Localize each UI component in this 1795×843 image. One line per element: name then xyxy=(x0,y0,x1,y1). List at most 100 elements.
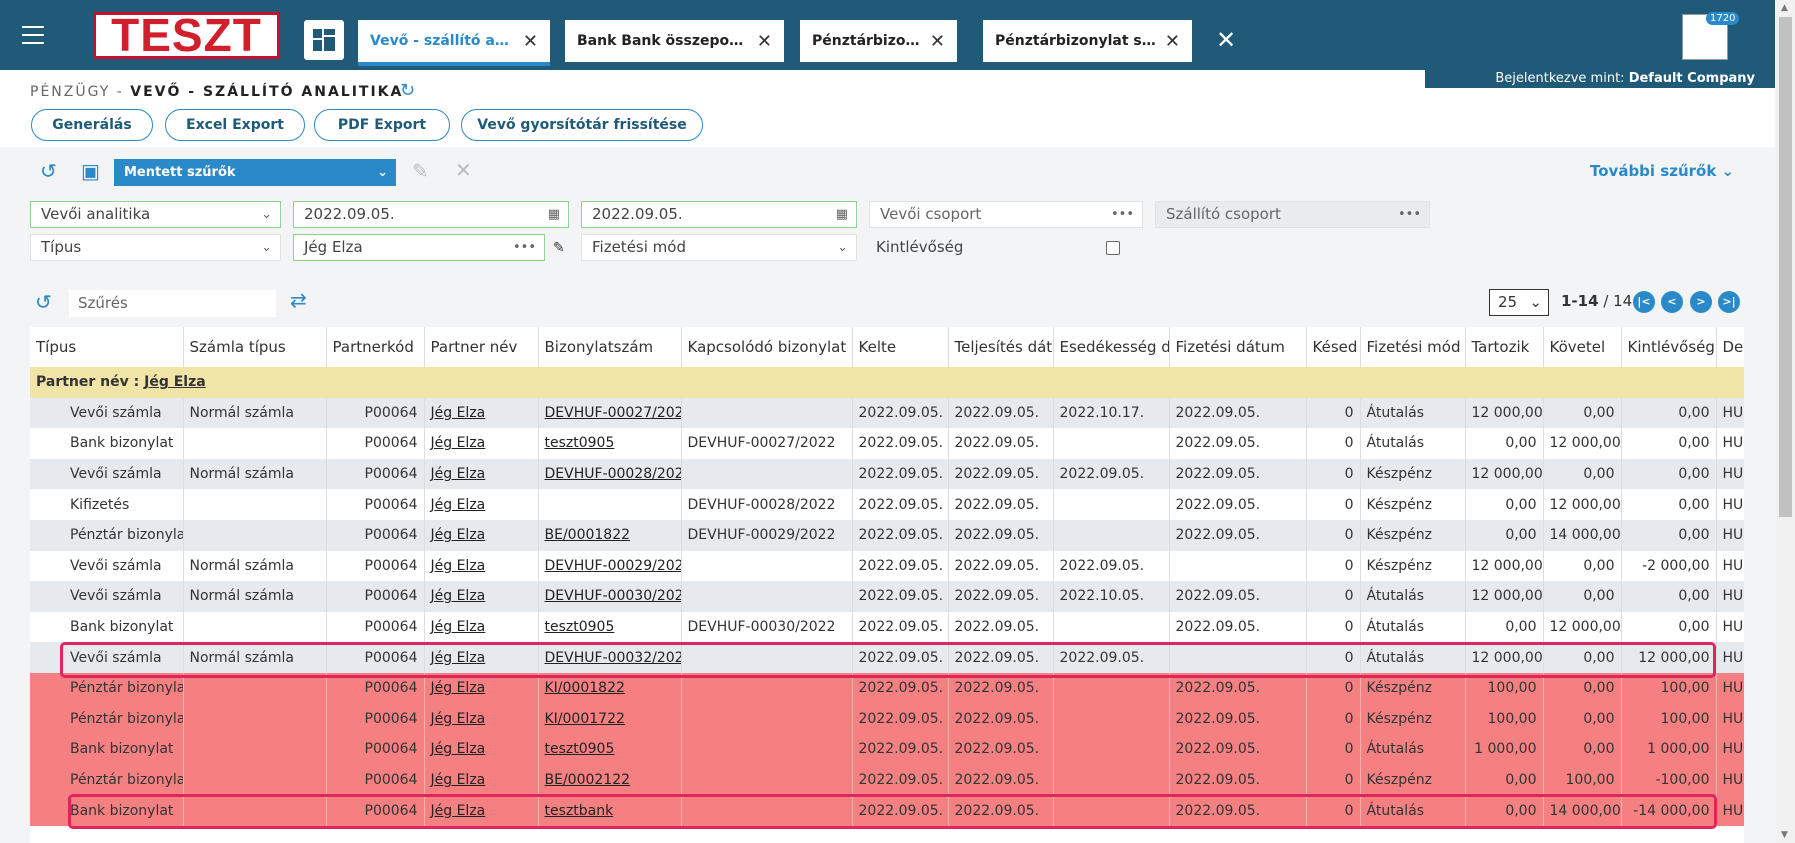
table-row[interactable]: Vevői számla Normál számla P00064 Jég Elza D… xyxy=(30,458,1744,490)
table-cell[interactable]: teszt0905 xyxy=(538,428,682,459)
dashboard-icon[interactable] xyxy=(304,20,344,60)
table-cell[interactable]: DEVHUF-00028/2022 xyxy=(538,458,682,490)
table-cell xyxy=(1169,550,1307,582)
prev-page-button[interactable]: < xyxy=(1661,291,1683,313)
column-header[interactable]: Követel xyxy=(1543,327,1622,367)
group-value[interactable]: Jég Elza xyxy=(144,374,206,390)
calendar-icon[interactable]: ▦ xyxy=(836,202,848,227)
table-row[interactable]: Bank bizonylat P00064 Jég Elza teszt0905 202… xyxy=(30,734,1744,765)
close-icon[interactable]: ✕ xyxy=(523,31,538,52)
receivable-checkbox[interactable] xyxy=(1106,241,1120,255)
page-size-select[interactable]: 25 ⌄ xyxy=(1489,289,1549,316)
tab-cash-voucher[interactable]: Pénztárbizonylat✕ xyxy=(800,20,957,62)
menu-icon[interactable] xyxy=(22,26,44,44)
table-cell[interactable]: DEVHUF-00029/2022 xyxy=(538,550,682,582)
table-row[interactable]: Vevői számla Normál számla P00064 Jég Elza D… xyxy=(30,581,1744,612)
notification-badge[interactable]: 1720 xyxy=(1706,12,1740,25)
edit-icon[interactable]: ✎ xyxy=(553,240,565,256)
table-cell[interactable]: Jég Elza xyxy=(424,764,539,796)
table-cell[interactable]: DEVHUF-00027/2022 xyxy=(538,397,682,429)
saved-filters-dropdown[interactable]: Mentett szűrők ⌄ xyxy=(114,159,396,186)
table-cell: 12 000,00 xyxy=(1465,550,1544,582)
tab-cash-voucher-edit[interactable]: Pénztárbizonylat sze...✕ xyxy=(983,20,1192,62)
close-icon[interactable]: ✕ xyxy=(930,31,945,52)
table-cell[interactable]: Jég Elza xyxy=(424,489,539,520)
excel-export-button[interactable]: Excel Export xyxy=(165,109,305,141)
table-row[interactable]: Kifizetés P00064 Jég Elza DEVHUF-00028/2022… xyxy=(30,489,1744,520)
first-page-button[interactable]: |< xyxy=(1633,291,1655,313)
table-cell[interactable]: DEVHUF-00030/2022 xyxy=(538,581,682,612)
column-header[interactable]: Fizetési mód xyxy=(1360,327,1466,367)
payment-method-select[interactable]: Fizetési mód ⌄ xyxy=(581,234,857,261)
table-row[interactable]: Pénztár bizonylat P00064 Jég Elza KI/000172… xyxy=(30,703,1744,735)
more-icon[interactable]: ••• xyxy=(513,235,536,260)
customer-group-field[interactable]: Vevői csoport ••• xyxy=(869,201,1143,228)
date-to-field[interactable]: 2022.09.05. ▦ xyxy=(581,201,857,228)
scrollbar-thumb[interactable] xyxy=(1779,17,1792,517)
table-cell[interactable]: teszt0905 xyxy=(538,734,682,765)
column-header[interactable]: Dev xyxy=(1716,327,1744,367)
column-header[interactable]: Esedékesség d xyxy=(1053,327,1170,367)
table-cell: 2022.09.05. xyxy=(1169,428,1307,459)
table-row[interactable]: Pénztár bizonylat P00064 Jég Elza BE/000182… xyxy=(30,519,1744,551)
more-filters-toggle[interactable]: További szűrők ⌄ xyxy=(1590,162,1734,180)
column-header[interactable]: Partnerkód xyxy=(326,327,425,367)
table-cell[interactable]: Jég Elza xyxy=(424,428,539,459)
table-cell[interactable]: BE/0002122 xyxy=(538,764,682,796)
table-row[interactable]: Bank bizonylat P00064 Jég Elza teszt0905 DEV… xyxy=(30,428,1744,459)
close-icon[interactable]: ✕ xyxy=(757,31,772,52)
table-cell[interactable]: Jég Elza xyxy=(424,550,539,582)
tab-bank-summary[interactable]: Bank Bank összeponto...✕ xyxy=(565,20,784,62)
calendar-icon[interactable]: ▦ xyxy=(548,202,560,227)
column-header[interactable]: Kelte xyxy=(852,327,949,367)
table-cell[interactable]: Jég Elza xyxy=(424,703,539,735)
table-cell[interactable]: Jég Elza xyxy=(424,581,539,612)
pdf-export-button[interactable]: PDF Export xyxy=(314,109,450,141)
table-row[interactable]: Bank bizonylat P00064 Jég Elza teszt0905 DEV… xyxy=(30,611,1744,643)
table-cell: 2022.09.05. xyxy=(852,519,949,551)
table-row[interactable]: Vevői számla Normál számla P00064 Jég Elza D… xyxy=(30,397,1744,429)
reset-filter-icon[interactable]: ↺ xyxy=(40,159,57,183)
next-page-button[interactable]: > xyxy=(1690,291,1712,313)
analytics-type-select[interactable]: Vevői analitika ⌄ xyxy=(30,201,281,228)
table-cell[interactable]: BE/0001822 xyxy=(538,519,682,551)
swap-icon[interactable]: ⇄ xyxy=(290,288,307,312)
column-header[interactable]: Tartozik xyxy=(1465,327,1544,367)
close-all-tabs-icon[interactable]: ✕ xyxy=(1216,26,1236,54)
type-select[interactable]: Típus ⌄ xyxy=(30,234,281,261)
save-icon[interactable]: ▣ xyxy=(81,159,100,183)
column-header[interactable]: Bizonylatszám xyxy=(538,327,682,367)
table-cell[interactable]: Jég Elza xyxy=(424,519,539,551)
date-from-field[interactable]: 2022.09.05. ▦ xyxy=(293,201,569,228)
table-cell[interactable]: Jég Elza xyxy=(424,458,539,490)
column-header[interactable]: Típus xyxy=(30,327,184,367)
scroll-down-icon[interactable]: ▼ xyxy=(1781,830,1788,840)
close-icon[interactable]: ✕ xyxy=(1165,31,1180,52)
table-cell[interactable]: Jég Elza xyxy=(424,734,539,765)
column-header[interactable]: Fizetési dátum xyxy=(1169,327,1307,367)
table-cell: 0,00 xyxy=(1543,734,1622,765)
more-icon[interactable]: ••• xyxy=(1111,202,1134,227)
table-cell[interactable]: Jég Elza xyxy=(424,611,539,643)
refresh-cache-button[interactable]: Vevő gyorsítótár frissítése xyxy=(461,109,703,141)
table-row[interactable]: Pénztár bizonylat P00064 Jég Elza BE/000212… xyxy=(30,764,1744,796)
reset-grid-icon[interactable]: ↺ xyxy=(35,290,52,314)
column-header[interactable]: Kintlévőség xyxy=(1621,327,1717,367)
partner-field[interactable]: Jég Elza ••• xyxy=(293,234,545,261)
column-header[interactable]: Teljesítés dát xyxy=(948,327,1054,367)
column-header[interactable]: Kapcsolódó bizonylat xyxy=(681,327,853,367)
generate-button[interactable]: Generálás xyxy=(31,109,153,141)
table-cell: HUF xyxy=(1716,611,1744,643)
table-cell[interactable]: Jég Elza xyxy=(424,397,539,429)
search-input[interactable]: Szűrés xyxy=(69,290,276,317)
column-header[interactable]: Számla típus xyxy=(183,327,327,367)
column-header[interactable]: Partner név xyxy=(424,327,539,367)
last-page-button[interactable]: >| xyxy=(1718,291,1740,313)
refresh-icon[interactable]: ↻ xyxy=(400,80,415,101)
table-cell[interactable]: KI/0001722 xyxy=(538,703,682,735)
column-header[interactable]: Késed xyxy=(1306,327,1361,367)
table-cell[interactable]: teszt0905 xyxy=(538,611,682,643)
tab-customer-supplier-analytics[interactable]: Vevő - szállító anal...✕ xyxy=(358,20,550,66)
table-row[interactable]: Vevői számla Normál számla P00064 Jég Elza D… xyxy=(30,550,1744,582)
scroll-up-icon[interactable]: ▲ xyxy=(1781,3,1788,13)
